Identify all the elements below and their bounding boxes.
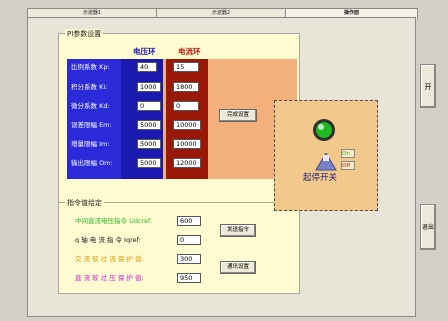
kp-label: 比例系数 Kp:: [71, 63, 110, 71]
kp-current-input[interactable]: 15: [173, 62, 199, 72]
start-stop-caption: 起停开关: [303, 173, 338, 183]
iqref-input[interactable]: 0: [177, 235, 201, 245]
kd-current-input[interactable]: 0: [173, 101, 199, 111]
ac-overcurrent-input[interactable]: 300: [177, 254, 201, 264]
kd-voltage-input[interactable]: 0: [137, 101, 161, 111]
kd-label: 微分系数 Kd:: [71, 102, 110, 110]
udcref-input[interactable]: 600: [177, 216, 201, 226]
command-group: 指令值给定 中间直流电压指令 Udcref: 600 q 轴 电 流 指 令 I…: [58, 198, 300, 294]
complete-settings-button[interactable]: 完成设置: [219, 109, 257, 122]
current-loop-header: 电流环: [178, 47, 201, 56]
ki-label: 积分系数 Ki:: [71, 83, 108, 91]
switch-off-label: Off: [341, 161, 355, 170]
ki-voltage-input[interactable]: 1000: [137, 82, 161, 92]
toggle-switch-icon[interactable]: [315, 153, 337, 171]
start-stop-panel: On Off 起停开关: [274, 100, 378, 211]
command-title: 指令值给定: [65, 198, 104, 208]
run-indicator-icon: [313, 119, 335, 141]
om-current-input[interactable]: 12000: [173, 158, 201, 168]
em-voltage-input[interactable]: 5000: [137, 120, 161, 130]
exit-button[interactable]: 退出: [420, 204, 436, 250]
start-button[interactable]: 开: [420, 64, 436, 108]
iqref-label: q 轴 电 流 指 令 Iqref:: [75, 236, 141, 244]
dc-overvoltage-input[interactable]: 950: [177, 273, 201, 283]
im-voltage-input[interactable]: 5000: [137, 139, 161, 149]
control-panel: PI参数设置 电压环 电流环 比例系数 Kp: 40 15 积分系数 Ki: 1…: [27, 17, 416, 317]
om-label: 输出限幅 Om:: [71, 159, 113, 167]
pi-params-title: PI参数设置: [65, 29, 104, 39]
comm-settings-button[interactable]: 通讯设置: [220, 261, 256, 274]
pi-params-group: PI参数设置 电压环 电流环 比例系数 Kp: 40 15 积分系数 Ki: 1…: [58, 29, 300, 203]
om-voltage-input[interactable]: 5000: [137, 158, 161, 168]
ki-current-input[interactable]: 1800: [173, 82, 199, 92]
ac-overcurrent-label: 交 流 软 过 流 保 护 值:: [75, 255, 144, 263]
switch-on-label: On: [341, 149, 355, 158]
kp-voltage-input[interactable]: 40: [137, 62, 157, 72]
em-current-input[interactable]: 10000: [173, 120, 201, 130]
send-command-button[interactable]: 发送指令: [220, 224, 256, 237]
dc-overvoltage-label: 直 流 软 过 压 保 护 值:: [75, 274, 144, 282]
im-label: 增量限幅 Im:: [71, 140, 110, 148]
udcref-label: 中间直流电压指令 Udcref:: [75, 217, 153, 225]
im-current-input[interactable]: 10000: [173, 139, 201, 149]
em-label: 误差限幅 Em:: [71, 121, 112, 129]
voltage-loop-header: 电压环: [133, 47, 156, 56]
